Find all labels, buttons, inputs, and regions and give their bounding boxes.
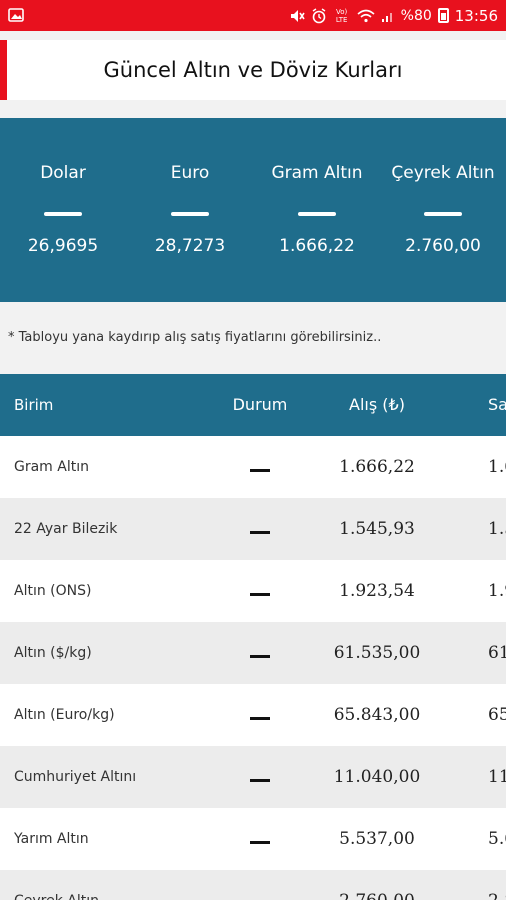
no-change-dash-icon [250,717,270,720]
table-row[interactable]: Çeyrek Altın 2.760,00 2.8 [0,870,506,900]
cell-satis: 65. [488,705,506,725]
table-row[interactable]: Altın (Euro/kg) 65.843,00 65. [0,684,506,746]
cell-alis: 61.535,00 [333,643,421,663]
table-row[interactable]: Gram Altın 1.666,22 1.6 [0,436,506,498]
battery-icon [437,8,449,23]
cell-satis: 11. [488,767,506,787]
rates-table[interactable]: Birim Durum Alış (₺) Sa Gram Altın 1.666… [0,374,506,900]
cell-birim: Altın (Euro/kg) [14,707,115,723]
cell-birim: Gram Altın [14,459,89,475]
table-row[interactable]: Cumhuriyet Altını 11.040,00 11. [0,746,506,808]
cell-durum [205,746,315,808]
no-change-dash-icon [250,593,270,596]
no-change-dash-icon [424,212,462,216]
table-row[interactable]: Altın (ONS) 1.923,54 1.9 [0,560,506,622]
cell-birim: 22 Ayar Bilezik [14,521,118,537]
no-change-dash-icon [171,212,209,216]
cell-alis: 1.545,93 [339,519,415,539]
cell-alis: 1.923,54 [339,581,415,601]
summary-label: Dolar [40,163,86,183]
cell-durum [205,808,315,870]
cell-alis: 2.760,00 [322,870,432,900]
cell-alis: 65.843,00 [333,705,421,725]
volte-icon: Vo) LTE [335,7,348,24]
battery-percent: %80 [400,7,432,24]
summary-label: Gram Altın [271,163,363,183]
cell-durum [205,684,315,746]
page-title: Güncel Altın ve Döviz Kurları [103,58,403,82]
cell-durum [205,560,315,622]
no-change-dash-icon [250,655,270,658]
summary-value: 26,9695 [27,236,99,256]
cell-alis: 5.537,00 [339,829,415,849]
no-change-dash-icon [250,841,270,844]
no-change-dash-icon [250,531,270,534]
scroll-hint-note: * Tabloyu yana kaydırıp alış satış fiyat… [8,330,382,345]
cell-durum [205,622,315,684]
summary-value: 2.760,00 [405,236,481,256]
table-row[interactable]: 22 Ayar Bilezik 1.545,93 1.5 [0,498,506,560]
cell-birim: Çeyrek Altın [14,870,99,900]
summary-value: 28,7273 [154,236,226,256]
cell-satis: 1.9 [488,581,506,601]
clock: 13:56 [454,6,498,25]
summary-label: Çeyrek Altın [391,163,495,183]
column-header-alis[interactable]: Alış (₺) [322,374,432,436]
cell-durum [205,436,315,498]
wifi-icon [357,9,375,22]
status-bar: Vo) LTE %80 13:56 [0,0,506,31]
summary-item-ceyrek-altin[interactable]: Çeyrek Altın 2.760,00 [380,118,506,302]
summary-item-dolar[interactable]: Dolar 26,9695 [0,118,126,302]
cell-satis: 2.8 [488,870,506,900]
column-header-satis[interactable]: Sa [488,374,506,436]
app-header: Güncel Altın ve Döviz Kurları [0,40,506,100]
cell-alis: 1.666,22 [339,457,415,477]
alarm-icon [312,7,326,23]
cell-birim: Altın ($/kg) [14,645,92,661]
cell-alis: 11.040,00 [333,767,421,787]
no-change-dash-icon [250,779,270,782]
cell-satis: 1.5 [488,519,506,539]
cell-birim: Altın (ONS) [14,583,92,599]
summary-panel: Dolar 26,9695 Euro 28,7273 Gram Altın 1.… [0,118,506,302]
no-change-dash-icon [298,212,336,216]
table-header: Birim Durum Alış (₺) Sa [0,374,506,436]
summary-label: Euro [170,163,210,183]
table-row[interactable]: Yarım Altın 5.537,00 5.6 [0,808,506,870]
table-row[interactable]: Altın ($/kg) 61.535,00 61. [0,622,506,684]
gallery-notification-icon [8,8,24,22]
column-header-durum[interactable]: Durum [205,374,315,436]
cell-durum [205,870,315,900]
summary-item-euro[interactable]: Euro 28,7273 [127,118,253,302]
mute-icon [290,9,305,22]
cell-satis: 1.6 [488,457,506,477]
column-header-birim[interactable]: Birim [14,374,53,436]
no-change-dash-icon [250,469,270,472]
cell-birim: Yarım Altın [14,831,89,847]
cell-satis: 61. [488,643,506,663]
cell-durum [205,498,315,560]
cell-satis: 5.6 [488,829,506,849]
no-change-dash-icon [44,212,82,216]
summary-item-gram-altin[interactable]: Gram Altın 1.666,22 [254,118,380,302]
summary-value: 1.666,22 [279,236,355,256]
cell-birim: Cumhuriyet Altını [14,769,137,785]
signal-icon [381,12,392,22]
